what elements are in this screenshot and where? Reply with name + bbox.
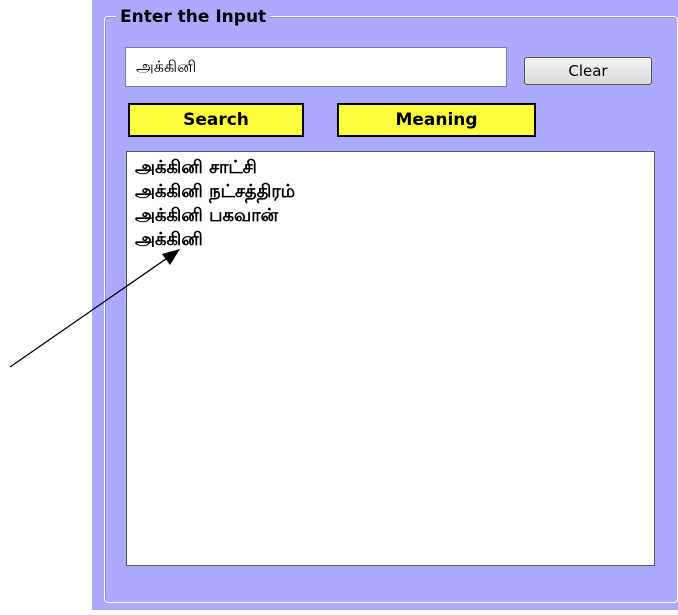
annotation-arrow [9, 249, 180, 368]
screenshot-canvas: Enter the Input Clear Search Meaning அக்… [0, 0, 678, 615]
arrow-line [9, 251, 177, 368]
arrow-head-icon [162, 249, 180, 265]
